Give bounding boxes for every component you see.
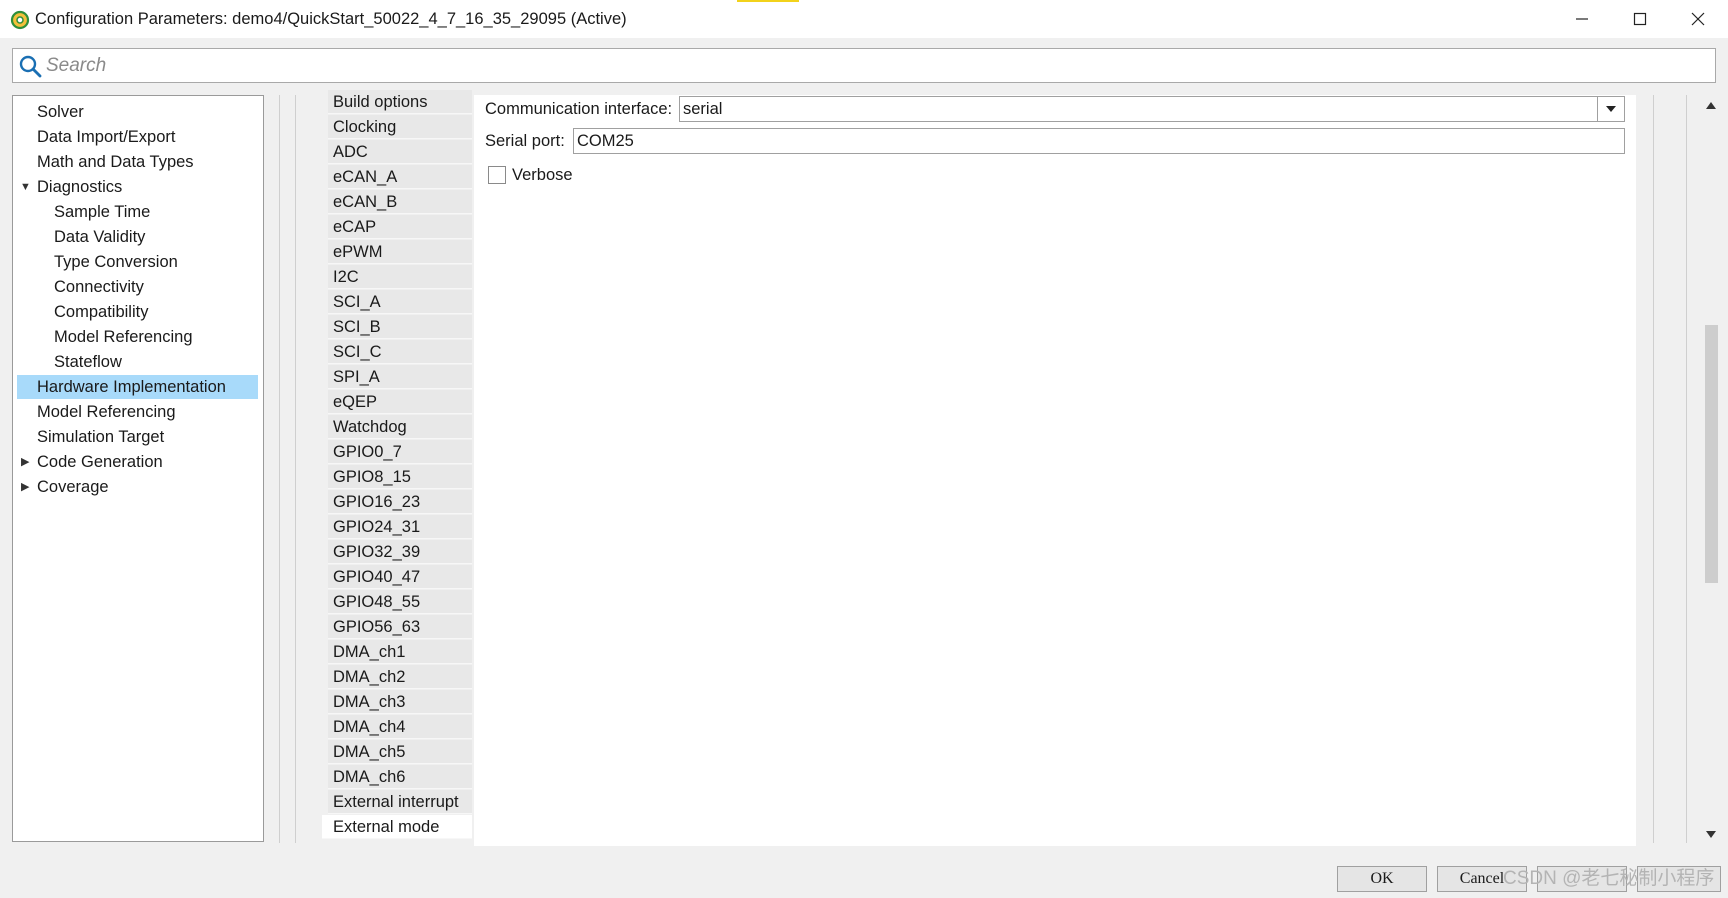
subtab-dma-ch3[interactable]: DMA_ch3 (328, 690, 472, 714)
communication-interface-select[interactable] (679, 96, 1625, 122)
arrow-down-icon (1706, 830, 1716, 838)
tree-item-data-import-export[interactable]: Data Import/Export (37, 125, 175, 149)
panel-divider (1686, 95, 1687, 843)
tree-item-solver[interactable]: Solver (37, 100, 84, 124)
ok-button[interactable]: OK (1337, 866, 1427, 892)
subtab-gpio8-15[interactable]: GPIO8_15 (328, 465, 472, 489)
subtab-gpio56-63[interactable]: GPIO56_63 (328, 615, 472, 639)
expand-arrow-down-icon[interactable]: ▼ (20, 175, 31, 199)
tree-item-code-generation[interactable]: Code Generation (37, 450, 163, 474)
subtab-gpio16-23[interactable]: GPIO16_23 (328, 490, 472, 514)
chevron-down-icon (1606, 106, 1616, 112)
communication-interface-label: Communication interface: (485, 100, 673, 118)
watermark-text: CSDN @老七秘制小程序 (1503, 868, 1715, 889)
communication-interface-value: serial (683, 100, 723, 118)
tree-item-data-validity[interactable]: Data Validity (54, 225, 145, 249)
tree-item-diagnostics[interactable]: Diagnostics (37, 175, 122, 199)
subtab-ecan-b[interactable]: eCAN_B (328, 190, 472, 214)
subtab-external-interrupt[interactable]: External interrupt (328, 790, 472, 814)
verbose-checkbox[interactable] (488, 166, 506, 184)
scroll-up-button[interactable] (1702, 96, 1720, 114)
subtab-eqep[interactable]: eQEP (328, 390, 472, 414)
subtab-ecap[interactable]: eCAP (328, 215, 472, 239)
subtab-external-mode[interactable]: External mode (322, 815, 472, 839)
subtab-dma-ch5[interactable]: DMA_ch5 (328, 740, 472, 764)
arrow-up-icon (1706, 101, 1716, 109)
subtab-gpio48-55[interactable]: GPIO48_55 (328, 590, 472, 614)
subtab-i2c[interactable]: I2C (328, 265, 472, 289)
subtab-sci-c[interactable]: SCI_C (328, 340, 472, 364)
tree-item-hardware-implementation[interactable]: Hardware Implementation (17, 375, 258, 399)
tree-item-math-data-types[interactable]: Math and Data Types (37, 150, 194, 174)
tree-item-stateflow[interactable]: Stateflow (54, 350, 122, 374)
subtab-dma-ch4[interactable]: DMA_ch4 (328, 715, 472, 739)
verbose-label: Verbose (512, 166, 573, 184)
scrollbar-thumb[interactable] (1705, 325, 1718, 583)
close-icon (1691, 12, 1705, 26)
subtab-sci-a[interactable]: SCI_A (328, 290, 472, 314)
tree-item-compatibility[interactable]: Compatibility (54, 300, 148, 324)
window-title: Configuration Parameters: demo4/QuickSta… (35, 10, 627, 28)
tree-item-connectivity[interactable]: Connectivity (54, 275, 144, 299)
tree-item-simulation-target[interactable]: Simulation Target (37, 425, 164, 449)
scroll-down-button[interactable] (1702, 825, 1720, 843)
subtab-watchdog[interactable]: Watchdog (328, 415, 472, 439)
subtab-gpio0-7[interactable]: GPIO0_7 (328, 440, 472, 464)
subtab-gpio40-47[interactable]: GPIO40_47 (328, 565, 472, 589)
tree-item-model-referencing[interactable]: Model Referencing (37, 400, 176, 424)
panel-divider (1653, 95, 1654, 843)
search-input[interactable] (46, 50, 1706, 81)
simulink-gear-icon (10, 10, 30, 30)
maximize-button[interactable] (1611, 0, 1669, 38)
serial-port-label: Serial port: (485, 132, 565, 150)
title-accent-line (737, 0, 799, 2)
settings-content-panel (474, 95, 1636, 846)
subtab-ecan-a[interactable]: eCAN_A (328, 165, 472, 189)
tree-item-sample-time[interactable]: Sample Time (54, 200, 150, 224)
maximize-icon (1633, 12, 1647, 26)
minimize-icon (1576, 18, 1588, 20)
subtab-epwm[interactable]: ePWM (328, 240, 472, 264)
dropdown-arrow-button[interactable] (1597, 97, 1624, 121)
subtab-gpio32-39[interactable]: GPIO32_39 (328, 540, 472, 564)
subtab-sci-b[interactable]: SCI_B (328, 315, 472, 339)
tree-item-coverage[interactable]: Coverage (37, 475, 109, 499)
close-button[interactable] (1669, 0, 1727, 38)
expand-arrow-right-icon[interactable]: ▶ (21, 450, 29, 474)
tree-item-model-referencing-diag[interactable]: Model Referencing (54, 325, 193, 349)
search-icon (19, 55, 42, 78)
subtab-dma-ch6[interactable]: DMA_ch6 (328, 765, 472, 789)
serial-port-input[interactable] (573, 128, 1625, 154)
subtab-adc[interactable]: ADC (328, 140, 472, 164)
subtab-gpio24-31[interactable]: GPIO24_31 (328, 515, 472, 539)
tree-item-type-conversion[interactable]: Type Conversion (54, 250, 178, 274)
subtab-build-options[interactable]: Build options (328, 90, 472, 114)
minimize-button[interactable] (1553, 0, 1611, 38)
subtab-dma-ch2[interactable]: DMA_ch2 (328, 665, 472, 689)
subtab-spi-a[interactable]: SPI_A (328, 365, 472, 389)
category-tree: Solver Data Import/Export Math and Data … (12, 95, 264, 842)
panel-divider (295, 95, 296, 843)
panel-divider (279, 95, 280, 843)
expand-arrow-right-icon[interactable]: ▶ (21, 475, 29, 499)
subtab-clocking[interactable]: Clocking (328, 115, 472, 139)
subtab-dma-ch1[interactable]: DMA_ch1 (328, 640, 472, 664)
